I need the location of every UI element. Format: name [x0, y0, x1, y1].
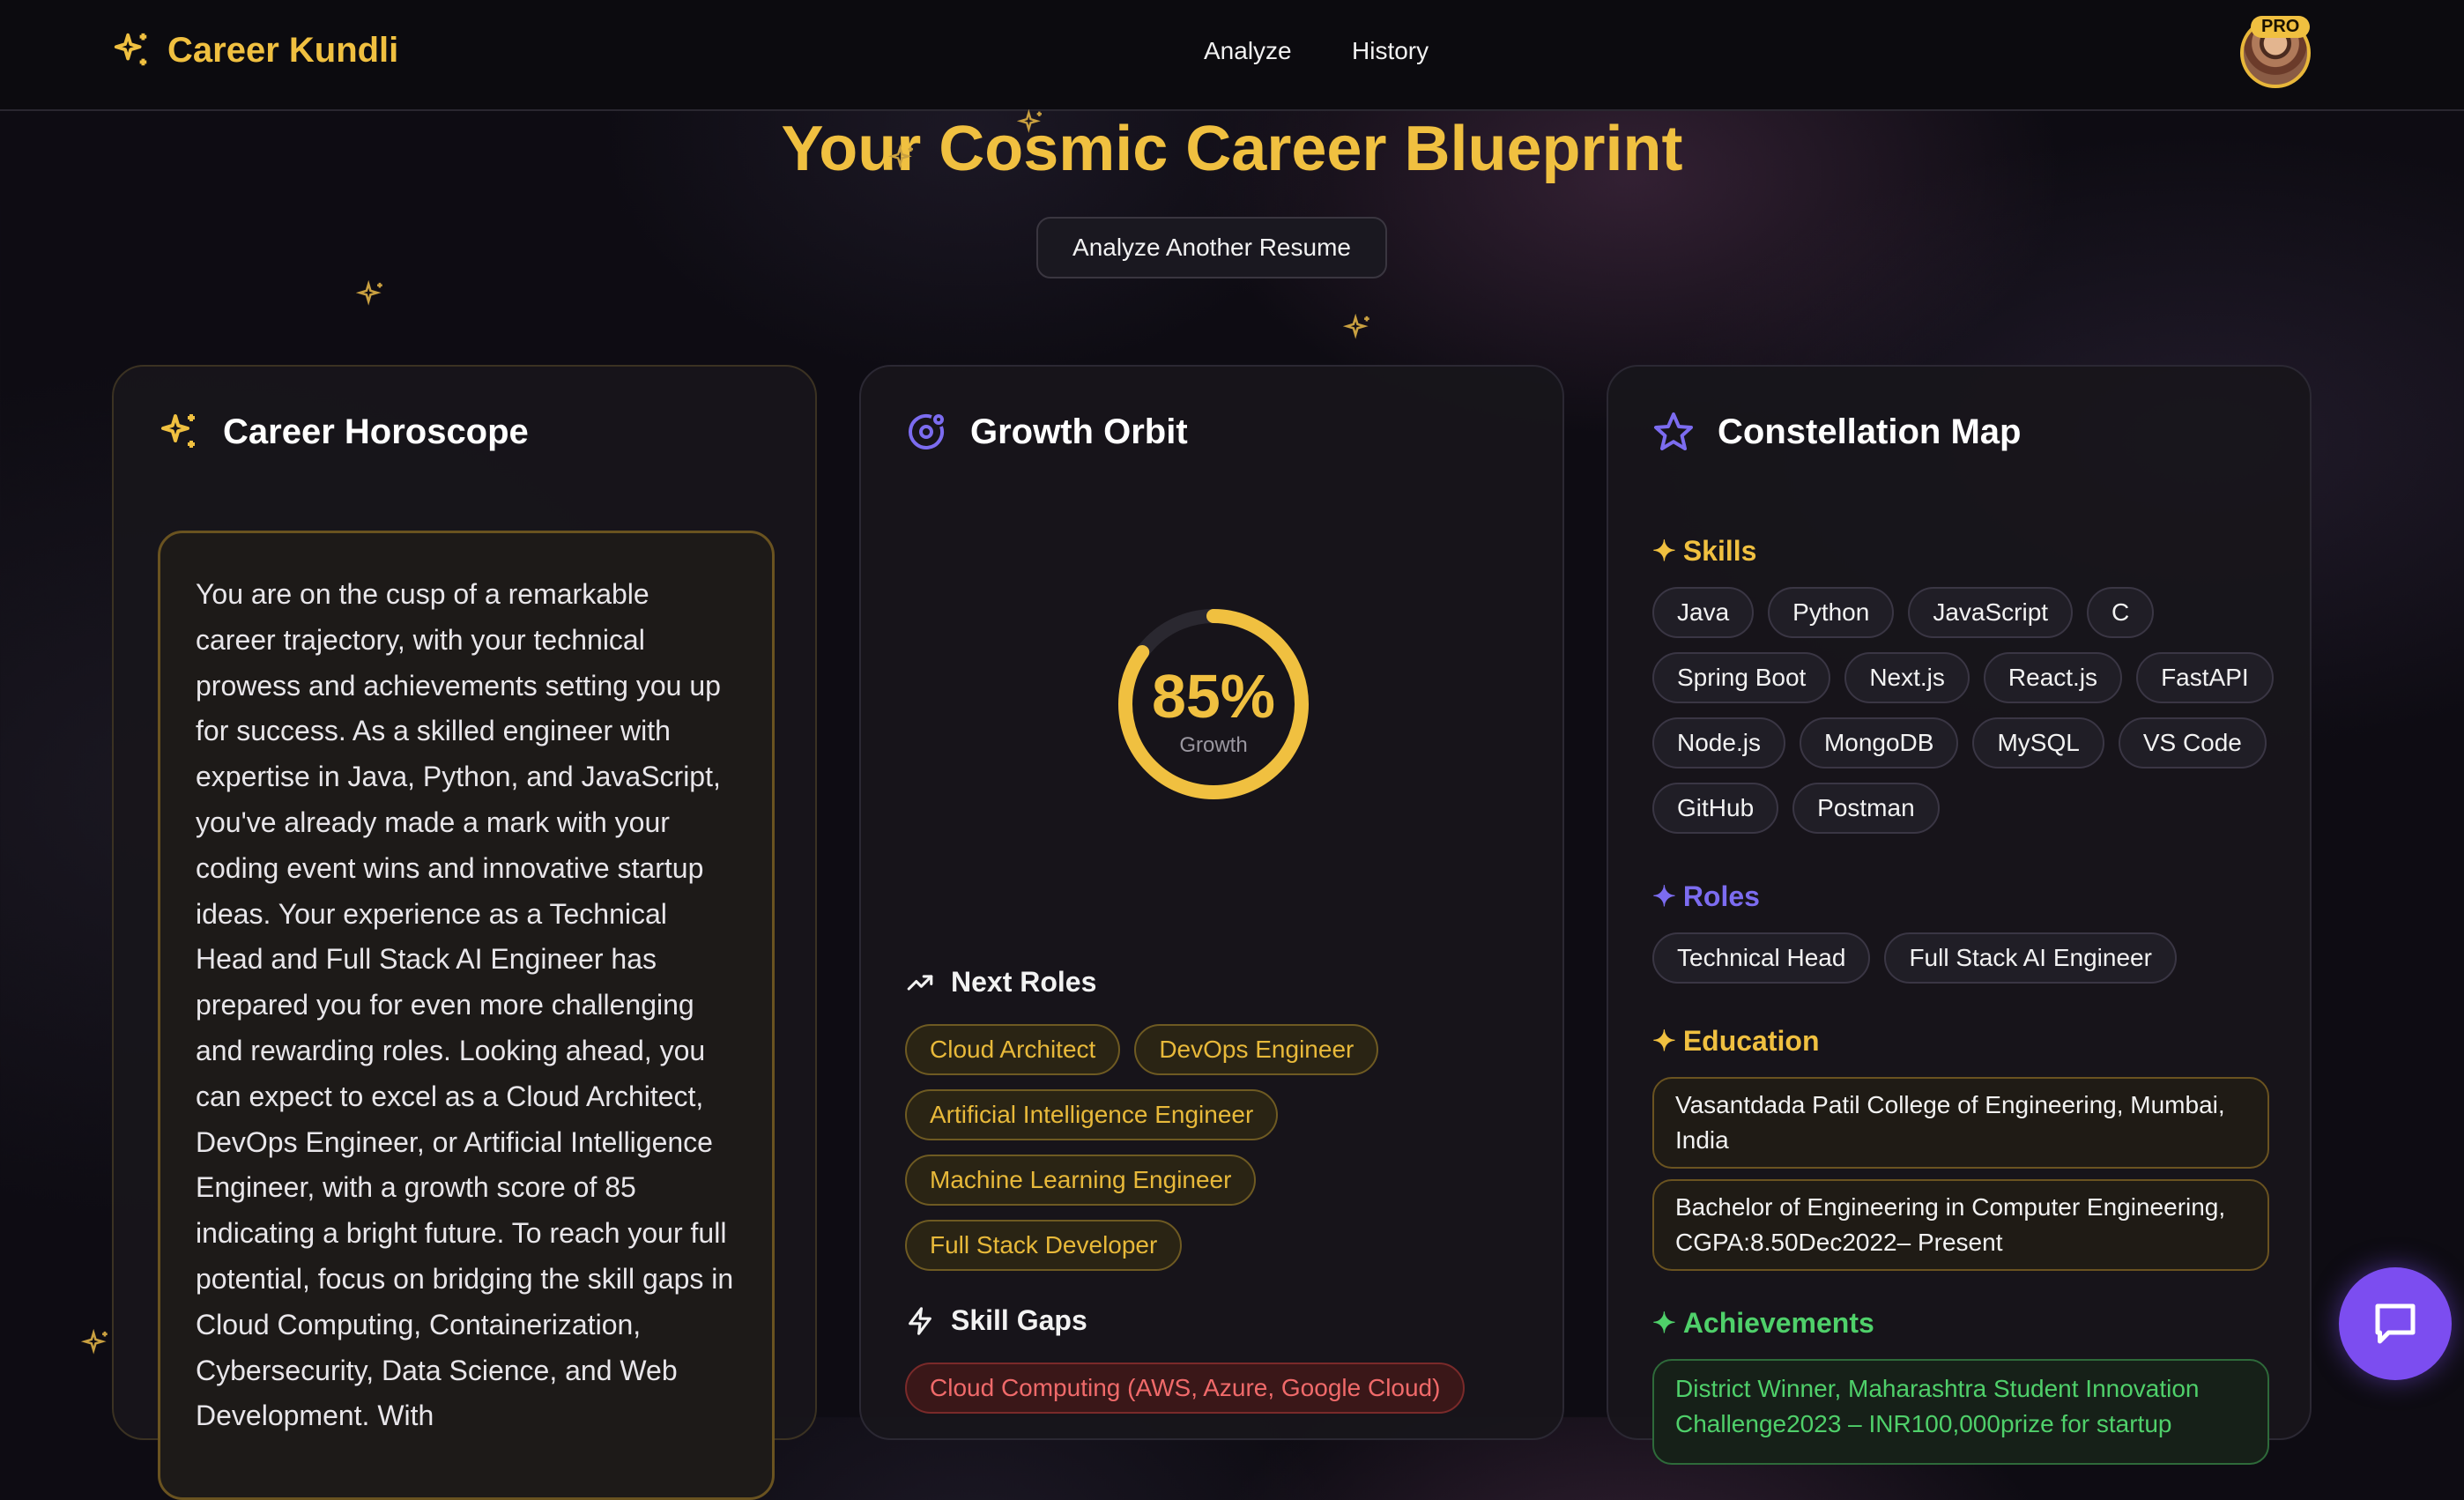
sparkle-decor-icon	[888, 145, 913, 168]
skill-chip: Next.js	[1844, 652, 1970, 703]
education-heading: ✦ Education	[1652, 1024, 1819, 1058]
education-item: Vasantdada Patil College of Engineering,…	[1652, 1077, 2269, 1169]
next-role-chip: DevOps Engineer	[1134, 1024, 1379, 1075]
horoscope-text: You are on the cusp of a remarkable care…	[158, 531, 775, 1500]
skill-chip: Node.js	[1652, 717, 1785, 769]
brand-name: Career Kundli	[167, 30, 399, 70]
brand-logo[interactable]: Career Kundli	[111, 30, 398, 71]
top-navigation-bar: Career Kundli Analyze History PRO	[0, 0, 2464, 111]
page-title: Your Cosmic Career Blueprint	[781, 114, 1683, 184]
achievements-heading: ✦ Achievements	[1652, 1306, 1874, 1340]
lightning-icon	[909, 1306, 931, 1335]
role-chip: Technical Head	[1652, 932, 1871, 984]
star-bullet-icon: ✦	[1652, 1307, 1676, 1339]
skill-chip: MySQL	[1972, 717, 2104, 769]
skill-chip: Python	[1768, 587, 1895, 638]
chat-button[interactable]	[2339, 1267, 2452, 1380]
chat-icon	[2375, 1303, 2416, 1344]
skill-gap-chip: Cloud Computing (AWS, Azure, Google Clou…	[905, 1363, 1466, 1414]
education-label: Education	[1682, 1024, 1820, 1057]
skills-heading: ✦ Skills	[1652, 534, 1756, 568]
skill-chip: Postman	[1792, 783, 1940, 834]
skill-chip: MongoDB	[1799, 717, 1959, 769]
roles-heading: ✦ Roles	[1652, 880, 1760, 913]
card-header: Career Horoscope	[158, 411, 529, 453]
orbit-icon	[909, 414, 944, 449]
skill-chip: FastAPI	[2136, 652, 2274, 703]
growth-score: 85%	[1151, 662, 1276, 731]
nav-history[interactable]: History	[1352, 37, 1429, 65]
user-avatar-button[interactable]: PRO	[2240, 16, 2318, 95]
card-title: Constellation Map	[1718, 412, 2022, 451]
skill-gaps-heading: Skill Gaps	[905, 1304, 1087, 1337]
sparkle-decor-icon	[356, 280, 382, 306]
sparkles-icon	[161, 414, 195, 448]
star-icon	[1654, 412, 1693, 450]
skills-list: Java Python JavaScript C Spring Boot Next.js R…	[1652, 587, 2287, 834]
skill-chip: JavaScript	[1908, 587, 2074, 638]
education-item: Bachelor of Engineering in Computer Engi…	[1652, 1179, 2269, 1271]
sparkle-decor-icon	[81, 1329, 108, 1355]
skill-chip: C	[2087, 587, 2155, 638]
trending-up-icon	[907, 974, 933, 991]
sparkles-icon	[114, 33, 147, 66]
skill-gaps-list: Cloud Computing (AWS, Azure, Google Clou…	[905, 1363, 1531, 1414]
skills-label: Skills	[1682, 534, 1757, 567]
next-roles-list: Cloud Architect DevOps Engineer Artificial…	[905, 1024, 1531, 1271]
growth-label: Growth	[1179, 733, 1248, 757]
next-role-chip: Cloud Architect	[905, 1024, 1121, 1075]
star-bullet-icon: ✦	[1652, 535, 1676, 567]
constellation-map-card: Constellation Map ✦ Skills Java Python Java…	[1607, 365, 2312, 1465]
next-roles-heading: Next Roles	[905, 966, 1096, 999]
next-role-chip: Artificial Intelligence Engineer	[905, 1089, 1279, 1140]
analyze-another-resume-button[interactable]: Analyze Another Resume	[1036, 217, 1387, 278]
growth-orbit-card: Growth Orbit 85% Growth Next Roles Cloud…	[859, 365, 1564, 1440]
section-title: Skill Gaps	[951, 1304, 1087, 1336]
career-horoscope-card: Career Horoscope You are on the cusp of …	[112, 365, 817, 1500]
roles-label: Roles	[1682, 880, 1760, 912]
star-bullet-icon: ✦	[1652, 880, 1676, 912]
sparkle-decor-icon	[1343, 314, 1369, 339]
nav-analyze[interactable]: Analyze	[1204, 37, 1292, 65]
roles-list: Technical Head Full Stack AI Engineer	[1652, 932, 2287, 984]
skill-chip: GitHub	[1652, 783, 1779, 834]
role-chip: Full Stack AI Engineer	[1884, 932, 2177, 984]
card-header: Growth Orbit	[905, 411, 1188, 453]
card-title: Career Horoscope	[223, 412, 529, 451]
next-role-chip: Machine Learning Engineer	[905, 1155, 1257, 1206]
skill-chip: Spring Boot	[1652, 652, 1831, 703]
achievements-label: Achievements	[1682, 1306, 1874, 1339]
skill-chip: React.js	[1983, 652, 2123, 703]
achievement-item: District Winner, Maharashtra Student Inn…	[1652, 1359, 2269, 1465]
section-title: Next Roles	[951, 966, 1097, 998]
card-title: Growth Orbit	[970, 412, 1188, 451]
growth-gauge: 85% Growth	[1114, 605, 1313, 804]
skill-chip: Java	[1652, 587, 1755, 638]
sparkle-decor-icon	[1017, 109, 1042, 133]
skill-chip: VS Code	[2118, 717, 2267, 769]
next-role-chip: Full Stack Developer	[905, 1220, 1183, 1271]
card-header: Constellation Map	[1652, 411, 2021, 453]
pro-badge: PRO	[2251, 16, 2311, 38]
star-bullet-icon: ✦	[1652, 1025, 1676, 1057]
